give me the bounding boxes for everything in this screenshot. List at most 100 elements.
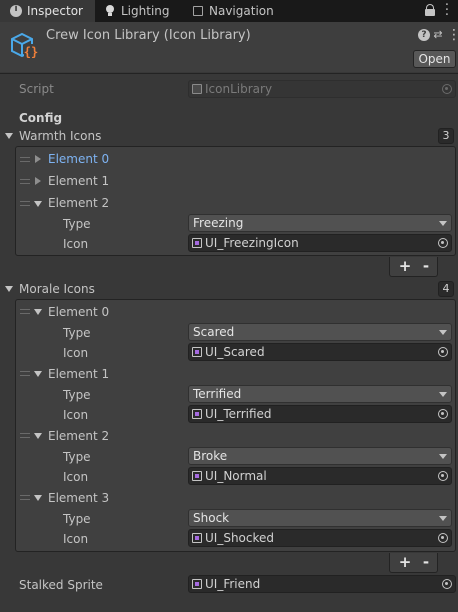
lightbulb-icon xyxy=(104,5,116,17)
more-options-icon[interactable]: ⋮ xyxy=(447,28,458,42)
morale-icons-label[interactable]: Morale Icons xyxy=(19,282,95,296)
object-value: UI_Scared xyxy=(205,345,265,359)
morale-foldout-arrow[interactable] xyxy=(5,286,13,292)
dropdown-arrow-icon xyxy=(439,221,447,226)
drag-handle[interactable] xyxy=(20,495,30,500)
warmth-element-2-icon-field[interactable]: UI_FreezingIcon xyxy=(188,234,452,252)
warmth-element-2-type-label: Type xyxy=(63,217,91,231)
morale-element-0-type-dropdown[interactable]: Scared xyxy=(188,323,452,341)
info-icon xyxy=(10,4,22,17)
warmth-count-field[interactable]: 3 xyxy=(438,128,454,144)
tab-navigation[interactable]: Navigation xyxy=(192,0,292,22)
remove-element-button[interactable]: - xyxy=(418,258,434,274)
warmth-element-2-fold-arrow[interactable] xyxy=(34,201,42,207)
drag-handle[interactable] xyxy=(20,309,30,314)
config-header: Config xyxy=(19,111,63,125)
dropdown-arrow-icon xyxy=(439,516,447,521)
svg-text:{}: {} xyxy=(24,45,38,59)
warmth-element-2-icon-label: Icon xyxy=(63,237,89,251)
dropdown-value: Freezing xyxy=(193,216,244,230)
morale-element-0-icon-field[interactable]: UI_Scared xyxy=(188,343,452,361)
morale-element-3-type-dropdown[interactable]: Shock xyxy=(188,509,452,527)
tab-lighting[interactable]: Lighting xyxy=(104,0,182,22)
morale-element-3-label[interactable]: Element 3 xyxy=(48,491,109,505)
dropdown-value: Terrified xyxy=(193,387,242,401)
tab-inspector-label: Inspector xyxy=(27,4,83,18)
warmth-foldout-arrow[interactable] xyxy=(5,133,13,139)
open-button[interactable]: Open xyxy=(413,50,456,68)
script-value: IconLibrary xyxy=(205,82,273,96)
morale-element-2-icon-field[interactable]: UI_Normal xyxy=(188,467,452,485)
drag-handle[interactable] xyxy=(20,179,30,184)
morale-element-1-fold-arrow[interactable] xyxy=(34,371,42,377)
warmth-element-1-fold-arrow[interactable] xyxy=(35,177,41,185)
morale-element-1-type-dropdown[interactable]: Terrified xyxy=(188,385,452,403)
drag-handle[interactable] xyxy=(20,371,30,376)
object-value: UI_Normal xyxy=(205,469,267,483)
stalked-sprite-field[interactable]: UI_Friend xyxy=(188,575,456,593)
inspector-header: {} Crew Icon Library (Icon Library) ? ⇄ … xyxy=(0,22,458,72)
dropdown-value: Shock xyxy=(193,511,230,525)
drag-handle[interactable] xyxy=(20,157,30,162)
navigation-icon xyxy=(193,6,203,16)
object-picker-icon[interactable] xyxy=(438,238,448,248)
object-picker-icon[interactable] xyxy=(438,347,448,357)
morale-element-3-icon-field[interactable]: UI_Shocked xyxy=(188,529,452,547)
dropdown-arrow-icon xyxy=(439,454,447,459)
object-picker-icon[interactable] xyxy=(438,471,448,481)
warmth-element-2-type-dropdown[interactable]: Freezing xyxy=(188,214,452,232)
drag-handle[interactable] xyxy=(20,201,30,206)
morale-element-0-icon-label: Icon xyxy=(63,346,89,360)
stalked-sprite-label: Stalked Sprite xyxy=(19,578,103,592)
object-value: UI_Friend xyxy=(205,577,261,591)
object-picker-icon xyxy=(442,84,452,94)
warmth-icons-label[interactable]: Warmth Icons xyxy=(19,129,101,143)
warmth-element-0-label[interactable]: Element 0 xyxy=(48,152,109,166)
sprite-icon xyxy=(192,533,202,543)
add-element-button[interactable]: + xyxy=(397,554,413,570)
warmth-list: Element 0 Element 1 Element 2 Type Freez… xyxy=(15,146,456,256)
script-field: IconLibrary xyxy=(188,80,456,98)
add-element-button[interactable]: + xyxy=(397,258,413,274)
warmth-element-2-label[interactable]: Element 2 xyxy=(48,196,109,210)
help-icon[interactable]: ? xyxy=(418,29,430,41)
morale-element-2-type-label: Type xyxy=(63,450,91,464)
kebab-menu-icon[interactable]: · · · xyxy=(444,0,450,22)
object-picker-icon[interactable] xyxy=(442,579,452,589)
object-picker-icon[interactable] xyxy=(438,409,448,419)
morale-list-footer: + - xyxy=(389,553,438,573)
tab-inspector[interactable]: Inspector xyxy=(0,0,95,22)
morale-count-field[interactable]: 4 xyxy=(438,281,454,297)
preset-sliders-icon[interactable]: ⇄ xyxy=(432,29,444,41)
morale-list: Element 0 Type Scared Icon UI_Scared Ele… xyxy=(15,299,456,552)
dropdown-value: Broke xyxy=(193,449,228,463)
warmth-element-0-fold-arrow[interactable] xyxy=(35,155,41,163)
warmth-list-footer: + - xyxy=(389,257,438,277)
sprite-icon xyxy=(192,579,202,589)
morale-element-2-label[interactable]: Element 2 xyxy=(48,429,109,443)
tab-navigation-label: Navigation xyxy=(209,4,274,18)
object-picker-icon[interactable] xyxy=(438,533,448,543)
remove-element-button[interactable]: - xyxy=(418,554,434,570)
object-value: UI_Shocked xyxy=(205,531,275,545)
drag-handle[interactable] xyxy=(20,433,30,438)
tab-bar: Inspector Lighting Navigation ··· xyxy=(0,0,458,22)
header-divider xyxy=(0,73,458,74)
dropdown-arrow-icon xyxy=(439,392,447,397)
morale-element-1-label[interactable]: Element 1 xyxy=(48,367,109,381)
morale-element-2-fold-arrow[interactable] xyxy=(34,433,42,439)
scriptable-object-icon: {} xyxy=(11,32,38,59)
morale-element-3-fold-arrow[interactable] xyxy=(34,495,42,501)
warmth-element-1-label[interactable]: Element 1 xyxy=(48,174,109,188)
dropdown-value: Scared xyxy=(193,325,235,339)
morale-element-0-fold-arrow[interactable] xyxy=(34,309,42,315)
morale-element-0-label[interactable]: Element 0 xyxy=(48,305,109,319)
sprite-icon xyxy=(192,409,202,419)
morale-element-1-icon-field[interactable]: UI_Terrified xyxy=(188,405,452,423)
dropdown-arrow-icon xyxy=(439,330,447,335)
tab-lighting-label: Lighting xyxy=(121,4,170,18)
script-file-icon xyxy=(192,84,202,94)
morale-element-3-icon-label: Icon xyxy=(63,532,89,546)
morale-element-2-type-dropdown[interactable]: Broke xyxy=(188,447,452,465)
lock-icon[interactable] xyxy=(425,4,435,16)
